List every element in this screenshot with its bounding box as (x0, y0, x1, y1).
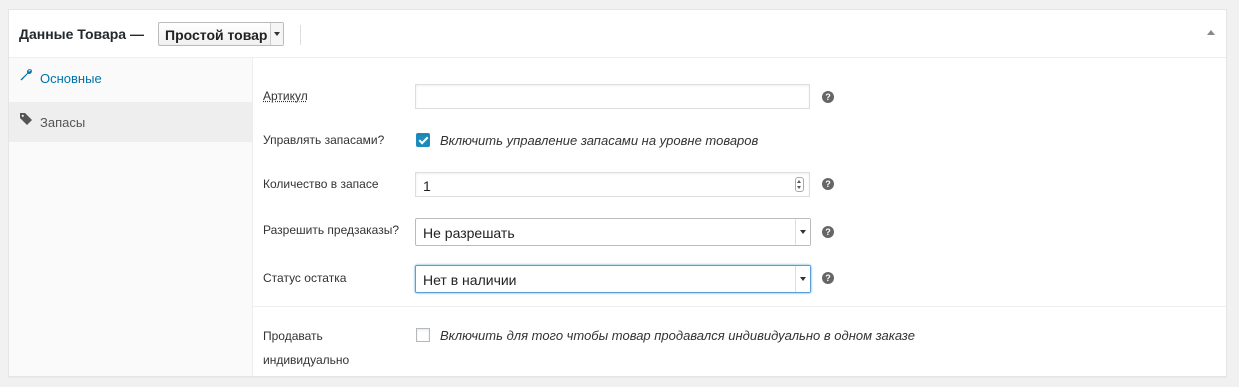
product-type-value: Простой товар (165, 27, 268, 43)
chevron-down-icon (274, 32, 280, 36)
tab-label: Запасы (40, 115, 86, 130)
select-arrow (270, 23, 283, 45)
sku-label: Артикул (263, 89, 308, 103)
sold-individually-label-line2: индивидуально (263, 353, 350, 367)
sold-individually-description: Включить для того чтобы товар продавался… (440, 328, 915, 343)
box-header: Данные Товара — Простой товар (9, 10, 1226, 58)
stock-qty-value: 1 (423, 178, 431, 194)
tab-inventory[interactable]: Запасы (9, 102, 252, 142)
help-icon[interactable]: ? (822, 91, 834, 103)
sold-individually-checkbox[interactable] (416, 328, 430, 342)
backorders-select[interactable]: Не разрешать (415, 218, 811, 246)
backorders-label: Разрешить предзаказы? (263, 223, 400, 237)
tab-general[interactable]: Основные (9, 58, 252, 98)
stock-status-select[interactable]: Нет в наличии (415, 265, 811, 293)
sku-input[interactable] (415, 84, 810, 109)
quantity-stepper[interactable] (795, 177, 804, 192)
backorders-value: Не разрешать (423, 225, 515, 241)
stock-qty-input[interactable]: 1 (415, 172, 810, 197)
chevron-down-icon (800, 277, 806, 281)
manage-stock-checkbox[interactable] (416, 133, 430, 147)
section-divider (253, 306, 1226, 307)
help-icon[interactable]: ? (822, 226, 834, 238)
collapse-toggle-icon[interactable] (1207, 30, 1215, 35)
help-icon[interactable]: ? (822, 272, 834, 284)
header-separator (300, 25, 301, 45)
product-data-tabs: Основные Запасы (9, 58, 253, 376)
box-title: Данные Товара — (19, 26, 144, 42)
stepper-up-icon (797, 180, 801, 183)
product-type-select[interactable]: Простой товар (158, 22, 284, 46)
help-icon[interactable]: ? (822, 178, 834, 190)
stepper-down-icon (797, 186, 801, 189)
select-arrow (795, 266, 810, 292)
manage-stock-label: Управлять запасами? (263, 133, 385, 147)
inventory-panel: Артикул ? Управлять запасами? Включить у… (253, 58, 1226, 376)
sold-individually-label-line1: Продавать (263, 329, 323, 343)
tab-label: Основные (40, 71, 102, 86)
stock-qty-label: Количество в запасе (263, 177, 379, 191)
manage-stock-description: Включить управление запасами на уровне т… (440, 133, 759, 148)
wrench-icon (19, 68, 33, 82)
product-data-box: Данные Товара — Простой товар Основные З… (8, 9, 1227, 377)
tag-icon (19, 112, 33, 126)
stock-status-label: Статус остатка (263, 271, 347, 285)
stock-status-value: Нет в наличии (423, 272, 517, 288)
select-arrow (795, 219, 810, 245)
chevron-down-icon (800, 230, 806, 234)
